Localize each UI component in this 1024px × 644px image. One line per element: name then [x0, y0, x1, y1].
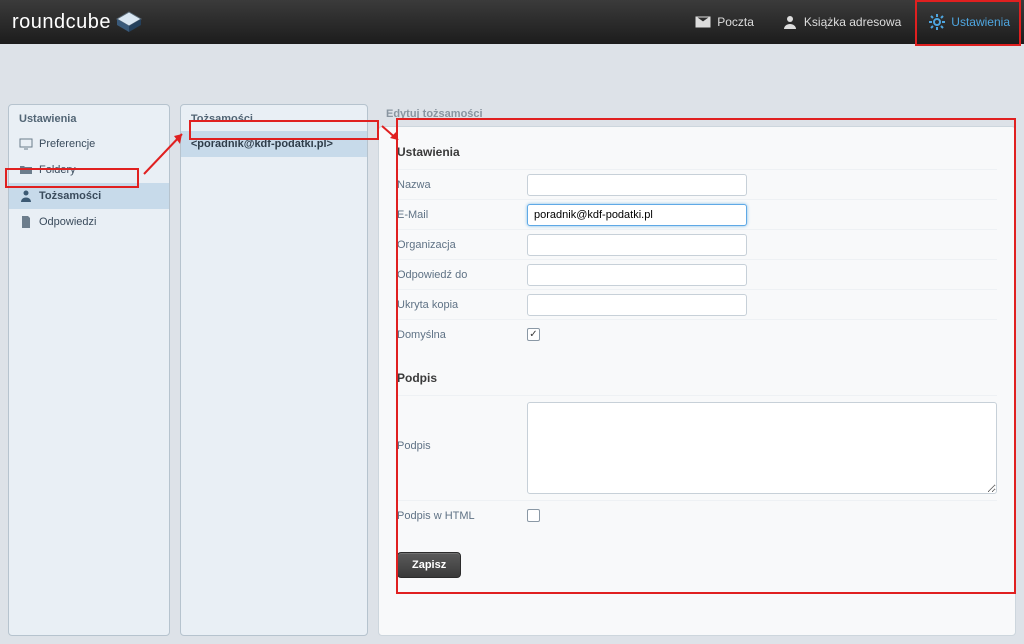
row-replyto: Odpowiedź do	[397, 259, 997, 289]
nav-settings-label: Ustawienia	[951, 15, 1010, 29]
row-sig-html: Podpis w HTML	[397, 500, 997, 530]
label-email: E-Mail	[397, 209, 527, 221]
mail-icon	[695, 14, 711, 30]
identities-list: Tożsamości <poradnik@kdf-podatki.pl>	[180, 104, 368, 636]
person-icon	[782, 14, 798, 30]
identity-editor: Edytuj tożsamości Ustawienia Nazwa E-Mai…	[378, 104, 1016, 636]
nav-addressbook[interactable]: Książka adresowa	[768, 0, 915, 44]
row-email: E-Mail	[397, 199, 997, 229]
editor-box: Ustawienia Nazwa E-Mail Organizacja Odpo…	[378, 126, 1016, 636]
identity-item[interactable]: <poradnik@kdf-podatki.pl>	[181, 131, 367, 157]
row-name: Nazwa	[397, 169, 997, 199]
label-default: Domyślna	[397, 329, 527, 341]
main-area: Ustawienia Preferencje Foldery Tożsamośc…	[0, 44, 1024, 644]
identities-title: Tożsamości	[181, 105, 367, 131]
section-settings-title: Ustawienia	[397, 145, 997, 159]
input-email[interactable]	[527, 204, 747, 226]
document-icon	[19, 215, 33, 229]
app-logo: roundcube	[12, 10, 143, 34]
brand-text: roundcube	[12, 11, 111, 34]
input-replyto[interactable]	[527, 264, 747, 286]
input-bcc[interactable]	[527, 294, 747, 316]
section-signature-title: Podpis	[397, 371, 997, 385]
row-org: Organizacja	[397, 229, 997, 259]
gear-icon	[929, 14, 945, 30]
sidebar-item-folders[interactable]: Foldery	[9, 157, 169, 183]
row-bcc: Ukryta kopia	[397, 289, 997, 319]
top-nav: Poczta Książka adresowa Ustawienia	[681, 0, 1024, 44]
nav-mail[interactable]: Poczta	[681, 0, 768, 44]
sidebar-item-label: Odpowiedzi	[39, 216, 96, 228]
textarea-signature[interactable]	[527, 402, 997, 494]
sidebar-item-preferences[interactable]: Preferencje	[9, 131, 169, 157]
monitor-icon	[19, 137, 33, 151]
nav-addressbook-label: Książka adresowa	[804, 15, 901, 29]
label-bcc: Ukryta kopia	[397, 299, 527, 311]
input-name[interactable]	[527, 174, 747, 196]
label-signature: Podpis	[397, 402, 527, 452]
editor-title: Edytuj tożsamości	[378, 104, 1016, 126]
label-org: Organizacja	[397, 239, 527, 251]
person-icon	[19, 189, 33, 203]
sidebar-item-label: Tożsamości	[39, 190, 101, 202]
sidebar-item-identities[interactable]: Tożsamości	[9, 183, 169, 209]
settings-sidebar: Ustawienia Preferencje Foldery Tożsamośc…	[8, 104, 170, 636]
sidebar-item-label: Foldery	[39, 164, 76, 176]
label-name: Nazwa	[397, 179, 527, 191]
roundcube-logo-icon	[115, 10, 143, 34]
nav-settings[interactable]: Ustawienia	[915, 0, 1024, 44]
top-bar: roundcube Poczta Książka adresowa Ustawi…	[0, 0, 1024, 44]
row-default: Domyślna ✓	[397, 319, 997, 349]
sidebar-item-responses[interactable]: Odpowiedzi	[9, 209, 169, 235]
save-button[interactable]: Zapisz	[397, 552, 461, 578]
nav-mail-label: Poczta	[717, 15, 754, 29]
label-replyto: Odpowiedź do	[397, 269, 527, 281]
sidebar-item-label: Preferencje	[39, 138, 95, 150]
checkbox-sig-html[interactable]	[527, 509, 540, 522]
sidebar-title: Ustawienia	[9, 105, 169, 131]
row-signature: Podpis	[397, 395, 997, 500]
input-org[interactable]	[527, 234, 747, 256]
identity-item-label: <poradnik@kdf-podatki.pl>	[191, 138, 333, 150]
folder-icon	[19, 163, 33, 177]
checkbox-default[interactable]: ✓	[527, 328, 540, 341]
label-sig-html: Podpis w HTML	[397, 510, 527, 522]
